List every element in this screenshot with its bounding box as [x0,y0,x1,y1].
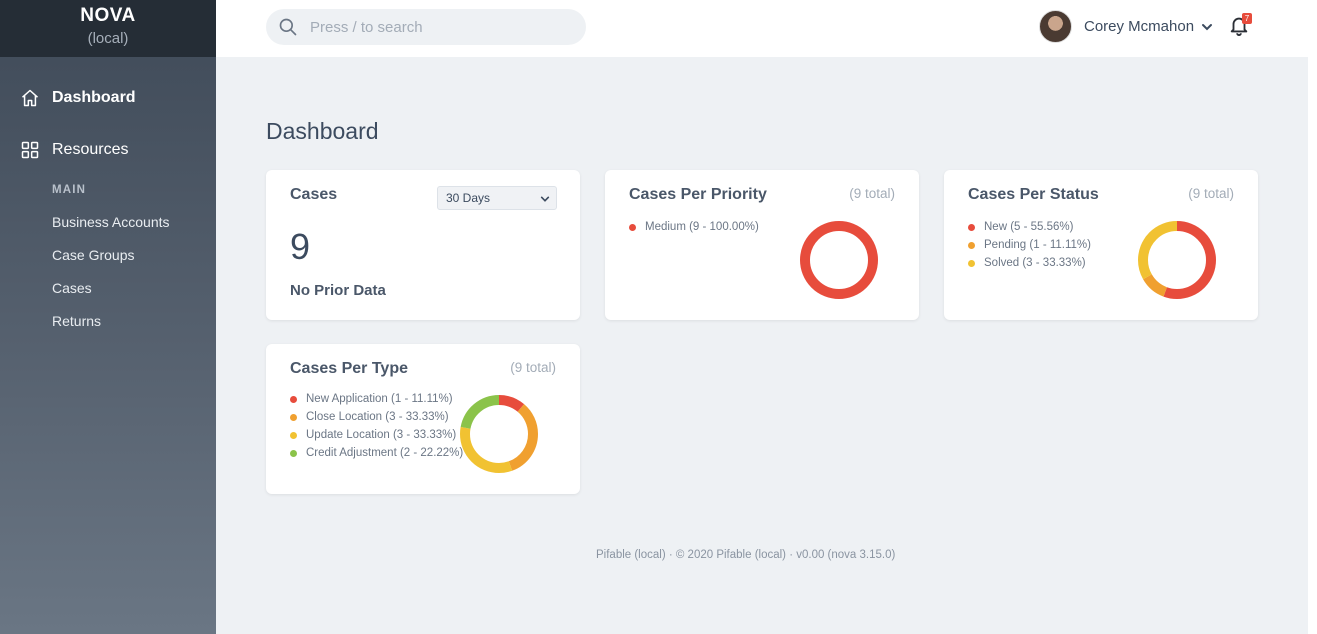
card-total: (9 total) [510,360,556,375]
grid-icon [21,141,39,159]
status-card: Cases Per Status (9 total) New (5 - 55.5… [944,170,1258,320]
sidebar-item-label: Dashboard [52,89,136,106]
card-title: Cases Per Status [968,186,1099,203]
legend-label: New Application (1 - 11.11%) [306,393,453,405]
card-title: Cases Per Priority [629,186,767,203]
legend-label: Pending (1 - 11.11%) [984,239,1091,251]
legend-label: Update Location (3 - 33.33%) [306,429,457,441]
priority-card: Cases Per Priority (9 total) Medium (9 -… [605,170,919,320]
sidebar-item-cases[interactable]: Cases [52,280,92,296]
legend-swatch [290,449,297,457]
sidebar-item-label: Resources [52,141,129,158]
metric-comparison: No Prior Data [290,282,386,299]
sidebar-section-heading: MAIN [52,184,87,196]
legend-label: New (5 - 55.56%) [984,221,1074,233]
legend-item: New Application (1 - 11.11%) [290,390,463,408]
legend-item: Pending (1 - 11.11%) [968,236,1091,254]
search-input[interactable] [310,18,570,36]
avatar[interactable] [1039,10,1072,43]
page-title: Dashboard [266,118,379,144]
status-donut-chart [1138,221,1216,299]
footer: Pifable (local) · © 2020 Pifable (local)… [596,549,896,561]
right-gutter [1308,0,1317,634]
legend-item: New (5 - 55.56%) [968,218,1091,236]
legend-swatch [290,431,297,439]
brand[interactable]: NOVA (local) [0,0,216,57]
metric-value: 9 [290,226,311,267]
sidebar: NOVA (local) Dashboard Resources MAIN Bu… [0,0,216,634]
legend-swatch [968,259,975,267]
search-icon [279,18,297,36]
brand-name: NOVA [80,5,136,26]
sidebar-item-resources[interactable]: Resources [20,140,128,160]
chart-legend: Medium (9 - 100.00%) [629,218,759,236]
sidebar-item-case-groups[interactable]: Case Groups [52,247,134,263]
legend-item: Close Location (3 - 33.33%) [290,408,463,426]
legend-item: Solved (3 - 33.33%) [968,254,1091,272]
legend-label: Solved (3 - 33.33%) [984,257,1086,269]
legend-swatch [629,223,636,231]
sidebar-item-business-accounts[interactable]: Business Accounts [52,214,170,230]
range-select[interactable]: 30 Days [437,186,557,210]
legend-item: Medium (9 - 100.00%) [629,218,759,236]
legend-swatch [290,395,297,403]
legend-item: Credit Adjustment (2 - 22.22%) [290,444,463,462]
chevron-down-icon [1202,23,1213,30]
chart-legend: New Application (1 - 11.11%) Close Locati… [290,390,463,462]
sidebar-item-dashboard[interactable]: Dashboard [20,88,136,108]
chevron-down-icon [540,196,550,202]
type-card: Cases Per Type (9 total) New Application… [266,344,580,494]
chart-legend: New (5 - 55.56%) Pending (1 - 11.11%) Solv… [968,218,1091,272]
card-total: (9 total) [849,186,895,201]
legend-swatch [290,413,297,421]
sidebar-item-returns[interactable]: Returns [52,313,101,329]
top-header: Corey Mcmahon 7 [216,0,1308,57]
legend-label: Medium (9 - 100.00%) [645,221,759,233]
cases-card: Cases 30 Days 9 No Prior Data [266,170,580,320]
brand-env: (local) [87,30,129,47]
legend-label: Credit Adjustment (2 - 22.22%) [306,447,464,459]
legend-item: Update Location (3 - 33.33%) [290,426,463,444]
card-title: Cases [290,186,338,203]
type-donut-chart [460,395,538,473]
range-select-value: 30 Days [446,191,491,205]
card-total: (9 total) [1188,186,1234,201]
user-menu[interactable]: Corey Mcmahon [1039,10,1213,43]
priority-donut-chart [800,221,878,299]
legend-label: Close Location (3 - 33.33%) [306,411,449,423]
search-bar[interactable] [266,9,586,45]
home-icon [22,89,38,107]
user-name: Corey Mcmahon [1084,18,1195,35]
card-title: Cases Per Type [290,360,408,377]
donut-slice [800,221,878,299]
legend-swatch [968,223,975,231]
notification-badge: 7 [1242,13,1252,24]
legend-swatch [968,241,975,249]
